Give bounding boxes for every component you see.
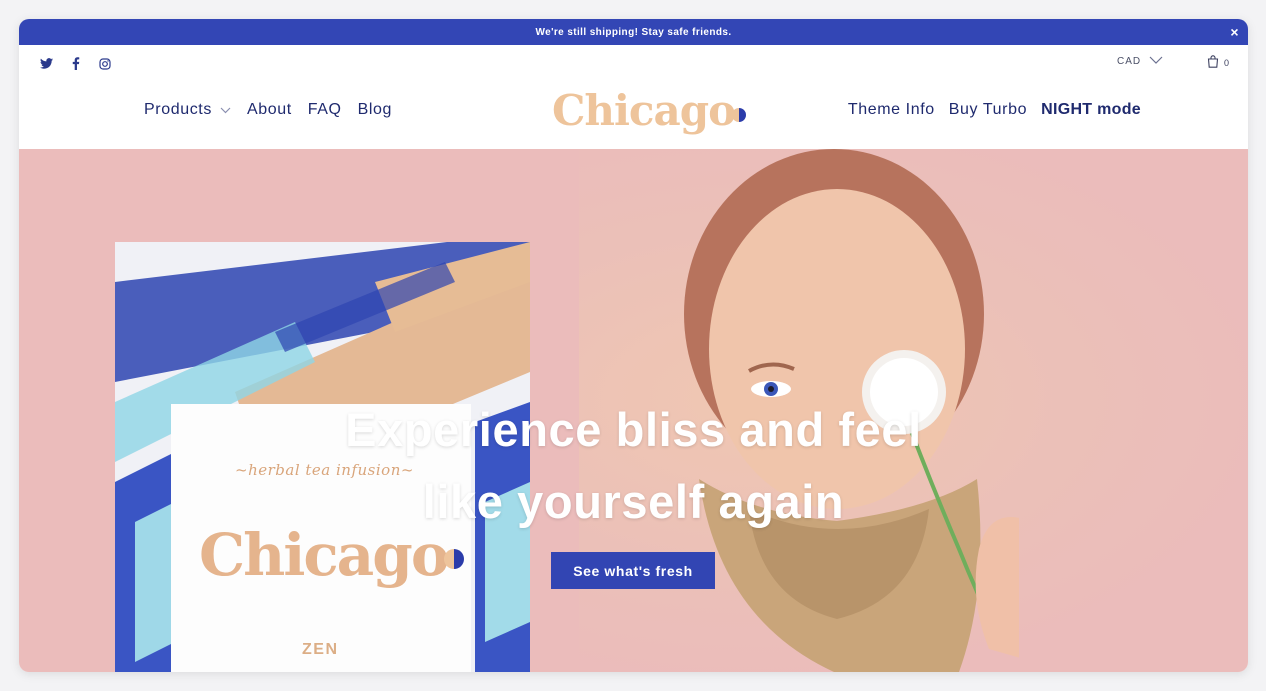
product-variant: ZEN [302,641,339,658]
hero-headline-line1: Experience bliss and feel [345,403,922,456]
cart-count: 0 [1224,57,1230,68]
nav-theme-info[interactable]: Theme Info [848,101,935,119]
currency-value: CAD [1117,56,1142,67]
see-whats-fresh-button[interactable]: See what's fresh [551,552,715,589]
logo-dot-icon [443,549,464,569]
chevron-down-icon [1149,56,1163,67]
announcement-bar: We're still shipping! Stay safe friends.… [19,19,1248,45]
nav-buy-turbo[interactable]: Buy Turbo [949,101,1027,119]
close-icon[interactable]: × [1230,24,1239,40]
hero-headline-line2: like yourself again [422,475,845,528]
site-logo[interactable]: Chicago [552,85,747,137]
instagram-icon[interactable] [97,56,112,71]
nav-products[interactable]: Products [144,101,231,119]
shopping-bag-icon [1207,55,1219,70]
nav-blog[interactable]: Blog [358,101,392,119]
announcement-text: We're still shipping! Stay safe friends. [535,26,732,38]
twitter-icon[interactable] [39,56,54,71]
nav-about[interactable]: About [247,101,292,119]
logo-text: Chicago [552,86,736,135]
secondary-nav: Theme Info Buy Turbo NIGHT mode [848,101,1141,119]
hero-headline: Experience bliss and feel like yourself … [19,394,1248,538]
utility-bar: CAD 0 [19,45,1248,83]
social-links [39,56,112,71]
logo-dot-icon [732,108,747,122]
store-window: We're still shipping! Stay safe friends.… [19,19,1248,672]
primary-nav: Products About FAQ Blog [144,101,392,119]
nav-products-label: Products [144,101,212,118]
cart-button[interactable]: 0 [1207,55,1229,70]
hero-banner: ~herbal tea infusion~ Chicago ZEN Experi… [19,149,1248,672]
chevron-down-icon [220,101,231,119]
nav-faq[interactable]: FAQ [308,101,342,119]
currency-selector[interactable]: CAD [1117,56,1163,67]
nav-night-mode[interactable]: NIGHT mode [1041,101,1141,119]
facebook-icon[interactable] [68,56,83,71]
